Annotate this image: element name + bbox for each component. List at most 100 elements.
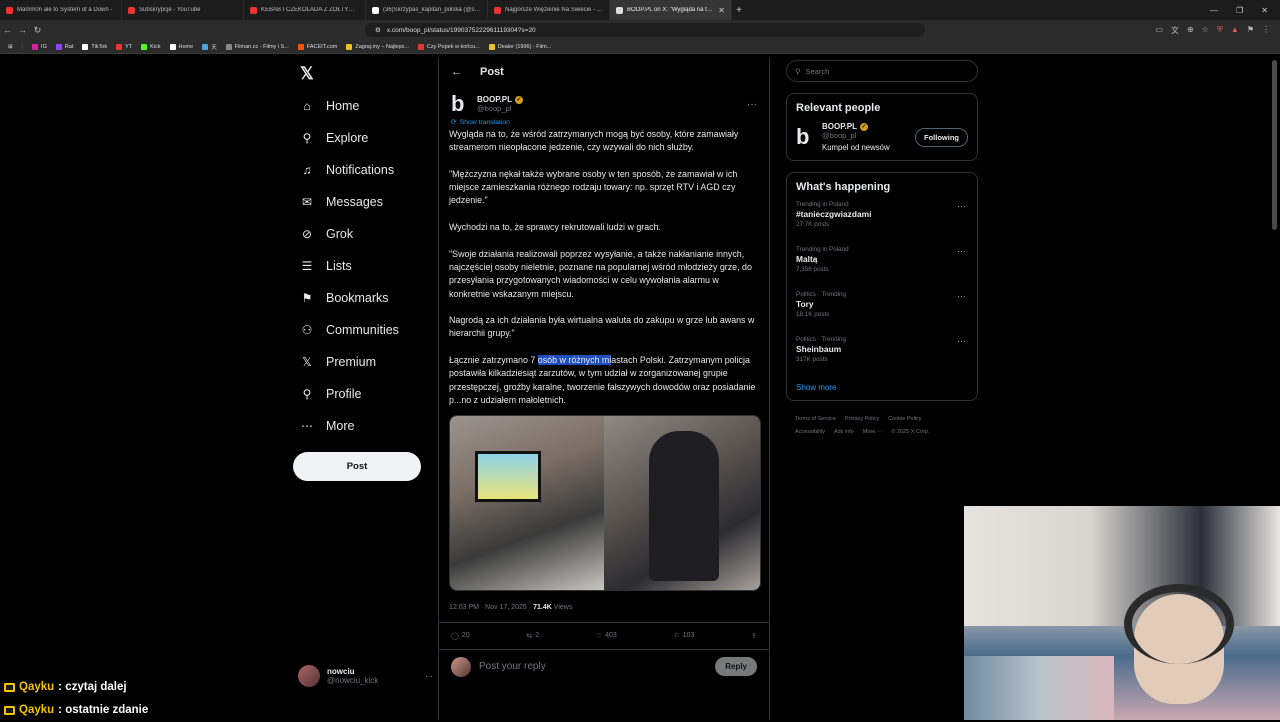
nav-item-grok[interactable]: ⊘ Grok [290, 218, 430, 250]
bookmark-item[interactable]: Home [169, 43, 193, 50]
star-icon[interactable]: ☆ [1202, 25, 1209, 36]
person-name[interactable]: BOOP.PL [822, 122, 857, 131]
bookmark-item[interactable]: Kick [141, 43, 161, 50]
back-arrow-icon[interactable]: ← [451, 66, 462, 78]
apps-icon[interactable]: ⊞ [8, 44, 13, 50]
media-image-computer[interactable] [450, 415, 604, 590]
bookmark-item[interactable]: TikTok [82, 43, 107, 50]
new-tab-button[interactable]: + [732, 5, 746, 16]
account-switcher[interactable]: nowciu @nowciu_kick ··· [298, 663, 433, 689]
browser-tab[interactable]: Mamm0n ale to System of a Down - [0, 0, 122, 20]
footer-link[interactable]: Ads info [834, 429, 854, 435]
nav-item-lists[interactable]: ☰ Lists [290, 250, 430, 282]
minimize-icon[interactable]: — [1210, 6, 1218, 15]
browser-tab[interactable]: Najgorsze Więzienie Na Świecie - Yo [488, 0, 610, 20]
alert-icon[interactable]: ▲ [1231, 25, 1239, 36]
more-dots-icon[interactable]: ··· [425, 672, 433, 681]
reload-icon[interactable]: ↻ [30, 25, 45, 36]
nav-item-profile[interactable]: ⚲ Profile [290, 378, 430, 410]
post-timestamp[interactable]: 12:03 PM · Nov 17, 2025 · [449, 604, 531, 611]
maximize-icon[interactable]: ❐ [1236, 6, 1243, 15]
browser-tab[interactable]: Subskrypcje - YouTube [122, 0, 244, 20]
back-icon[interactable]: ← [0, 25, 15, 35]
shield-icon[interactable]: ⛨ [1217, 25, 1223, 36]
bookmark-item[interactable]: Czy Popek w końcu... [417, 43, 480, 50]
search-input[interactable]: ⚲ Search [786, 60, 978, 82]
trend-more-icon[interactable]: ··· [957, 246, 966, 256]
person-avatar[interactable]: b [796, 125, 814, 149]
footer-link[interactable]: More ··· [863, 429, 883, 435]
relevant-person[interactable]: b BOOP.PL ✓ @boop_pl Kumpel od newsów Fol… [796, 122, 968, 152]
nav-item-home[interactable]: ⌂ Home [290, 90, 430, 122]
post-button[interactable]: Post [293, 452, 421, 481]
trend-count: 18.1K posts [796, 311, 830, 318]
nav-item-explore[interactable]: ⚲ Explore [290, 122, 430, 154]
nav-item-messages[interactable]: ✉ Messages [290, 186, 430, 218]
nav-item-more[interactable]: ⋯ More [290, 410, 430, 442]
nav-item-notifications[interactable]: ♫ Notifications [290, 154, 430, 186]
nav-item-label: Notifications [326, 163, 395, 177]
share-action[interactable]: ⇪ [751, 632, 757, 640]
post-media[interactable] [449, 414, 761, 591]
zoom-icon[interactable]: ⊕ [1187, 25, 1194, 36]
reply-input[interactable]: Post your reply [479, 661, 546, 672]
trend-item[interactable]: Trending in Poland #tanieczgwiazdami 27.7K… [796, 201, 968, 246]
bookmark-favicon-icon [141, 43, 148, 50]
bookmark-favicon-icon [202, 43, 209, 50]
bookmark-item[interactable]: FACEIT.com [297, 43, 337, 50]
cast-icon[interactable]: ▭ [1155, 25, 1163, 36]
nav-item-premium[interactable]: 𝕏 Premium [290, 346, 430, 378]
bookmark-item[interactable]: 天 [202, 43, 217, 51]
bookmark-item[interactable]: Filman.cc - Filmy i S... [225, 43, 289, 50]
author-handle[interactable]: @boop_pl [477, 104, 523, 113]
bookmark-favicon-icon [32, 43, 39, 50]
site-info-icon[interactable]: ⚙ [375, 26, 381, 34]
show-more-link[interactable]: Show more [796, 383, 968, 392]
close-window-icon[interactable]: ✕ [1261, 6, 1268, 15]
trend-item[interactable]: Politics · Trending Tory 18.1K posts ··· [796, 291, 968, 336]
youtube-icon [494, 6, 501, 14]
following-button[interactable]: Following [915, 127, 968, 147]
trend-more-icon[interactable]: ··· [957, 291, 966, 301]
show-translation-link[interactable]: ⟳ Show translation [439, 118, 769, 127]
like-action[interactable]: ♡ 403 [596, 632, 617, 640]
browser-tab[interactable]: (36)Skrzypas_kapitan_polska (@skrzy [366, 0, 488, 20]
post-more-icon[interactable]: ··· [747, 99, 757, 110]
bookmark-item[interactable]: Zagraj.my – Najleps... [346, 43, 409, 50]
nav-item-bookmarks[interactable]: ⚑ Bookmarks [290, 282, 430, 314]
bookmark-item[interactable]: YT [116, 43, 132, 50]
translate-icon[interactable]: 文 [1171, 25, 1179, 36]
nav-item-communities[interactable]: ⚇ Communities [290, 314, 430, 346]
author-avatar[interactable]: b [451, 92, 469, 116]
forward-icon[interactable]: → [15, 25, 30, 35]
url-field[interactable]: ⚙ x.com/boop_pl/status/19903752229611193… [365, 23, 925, 37]
footer-link[interactable]: Accessibility [795, 429, 825, 435]
person-icon: ⚲ [302, 387, 312, 401]
bookmark-item[interactable]: IG [32, 43, 47, 50]
post-paragraph: "Mężczyzna nękał także wybrane osoby w t… [449, 168, 738, 206]
trend-item[interactable]: Politics · Trending Sheinbaum 317K posts ··… [796, 336, 968, 381]
reply-button[interactable]: Reply [715, 657, 757, 677]
author-name[interactable]: BOOP.PL [477, 95, 512, 104]
footer-link[interactable]: © 2025 X Corp. [891, 429, 929, 435]
footer-link[interactable]: Privacy Policy [845, 416, 879, 422]
trend-more-icon[interactable]: ··· [957, 201, 966, 211]
page-scrollbar[interactable] [1272, 60, 1277, 230]
trend-more-icon[interactable]: ··· [957, 336, 966, 346]
repost-action[interactable]: ⇆ 2 [526, 632, 539, 640]
browser-tab-active[interactable]: BOOP.PL on X: "Wygląda na to, ż ✕ [610, 0, 732, 20]
bookmark-item[interactable]: Dealer (1996) - Film... [488, 43, 551, 50]
browser-tab[interactable]: KEBAB I CZEKOLADA Z ŻÓŁTYM SER [244, 0, 366, 20]
media-image-arrest[interactable] [604, 415, 760, 590]
menu-icon[interactable]: ⋮ [1262, 25, 1270, 36]
bookmark-item[interactable]: Rat [55, 43, 73, 50]
bookmark-action[interactable]: ⚐ 103 [673, 632, 694, 640]
nav-item-label: Explore [326, 131, 369, 145]
extensions-icon[interactable]: ⚑ [1247, 25, 1254, 36]
close-tab-icon[interactable]: ✕ [718, 6, 725, 15]
footer-link[interactable]: Terms of Service [795, 416, 836, 422]
trend-item[interactable]: Trending in Poland Maltą 7,356 posts ··· [796, 246, 968, 291]
reply-action[interactable]: ◯ 20 [451, 632, 470, 640]
x-logo-icon[interactable]: 𝕏 [290, 58, 330, 90]
footer-link[interactable]: Cookie Policy [888, 416, 921, 422]
